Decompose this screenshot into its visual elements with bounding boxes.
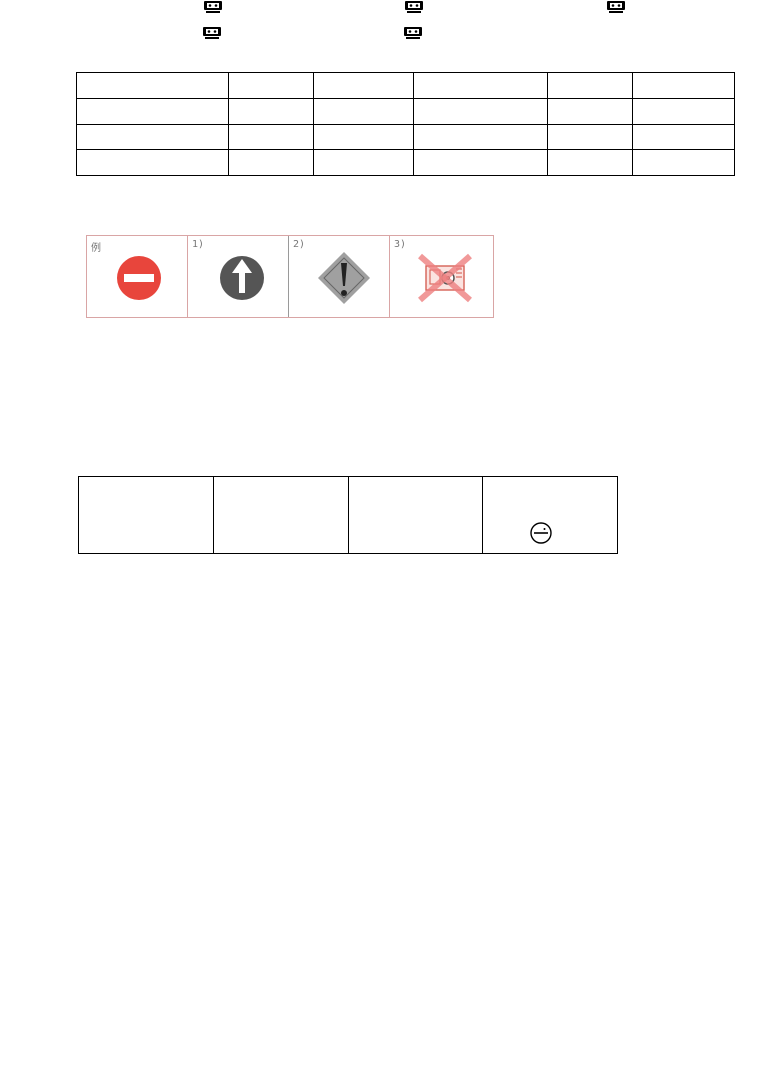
table-row (76, 123, 735, 151)
table-cell[interactable] (632, 97, 735, 125)
table-cell[interactable] (547, 72, 634, 99)
sign-example: 例 (87, 236, 188, 317)
table-cell[interactable] (76, 72, 229, 99)
sign-1: 1) (188, 236, 289, 317)
no-camera-sign-icon (418, 253, 472, 303)
table-row (76, 97, 735, 125)
table-cell[interactable] (347, 476, 484, 554)
table-row (76, 149, 735, 176)
table-cell[interactable] (413, 149, 549, 176)
sign-2: 2) (289, 236, 390, 317)
table-cell[interactable] (312, 123, 415, 151)
table-cell[interactable] (632, 72, 735, 99)
table-cell[interactable] (547, 123, 634, 151)
sign-strip: 例 1) 2) 3) (86, 235, 494, 318)
table-cell[interactable] (227, 123, 314, 151)
table-cell[interactable] (312, 149, 415, 176)
warning-diamond-sign-icon (318, 252, 370, 304)
table-cell[interactable] (312, 97, 415, 125)
table-cell[interactable] (482, 476, 618, 554)
cassette-icon (203, 27, 221, 39)
table-row (76, 72, 735, 99)
no-entry-sign-icon (117, 256, 161, 300)
table-cell[interactable] (632, 149, 735, 176)
table-cell[interactable] (76, 123, 229, 151)
bottom-table (78, 476, 618, 554)
table-cell[interactable] (78, 476, 214, 554)
table-cell[interactable] (76, 149, 229, 176)
table-cell[interactable] (413, 97, 549, 125)
table-cell[interactable] (227, 149, 314, 176)
cassette-icon (405, 1, 423, 13)
table-cell[interactable] (547, 149, 634, 176)
table-cell[interactable] (632, 123, 735, 151)
table-cell[interactable] (212, 476, 349, 554)
table-cell[interactable] (76, 97, 229, 125)
table-cell[interactable] (312, 72, 415, 99)
table-cell[interactable] (413, 72, 549, 99)
table-cell[interactable] (227, 97, 314, 125)
cassette-icon (607, 1, 625, 13)
table-cell[interactable] (413, 123, 549, 151)
sign-3: 3) (390, 236, 491, 317)
no-entry-circle-icon (530, 522, 552, 544)
table-cell[interactable] (547, 97, 634, 125)
table-row (78, 476, 618, 554)
straight-ahead-sign-icon (220, 256, 264, 300)
cassette-icon (404, 27, 422, 39)
answer-table (76, 72, 735, 176)
cassette-icon (204, 1, 222, 13)
table-cell[interactable] (227, 72, 314, 99)
